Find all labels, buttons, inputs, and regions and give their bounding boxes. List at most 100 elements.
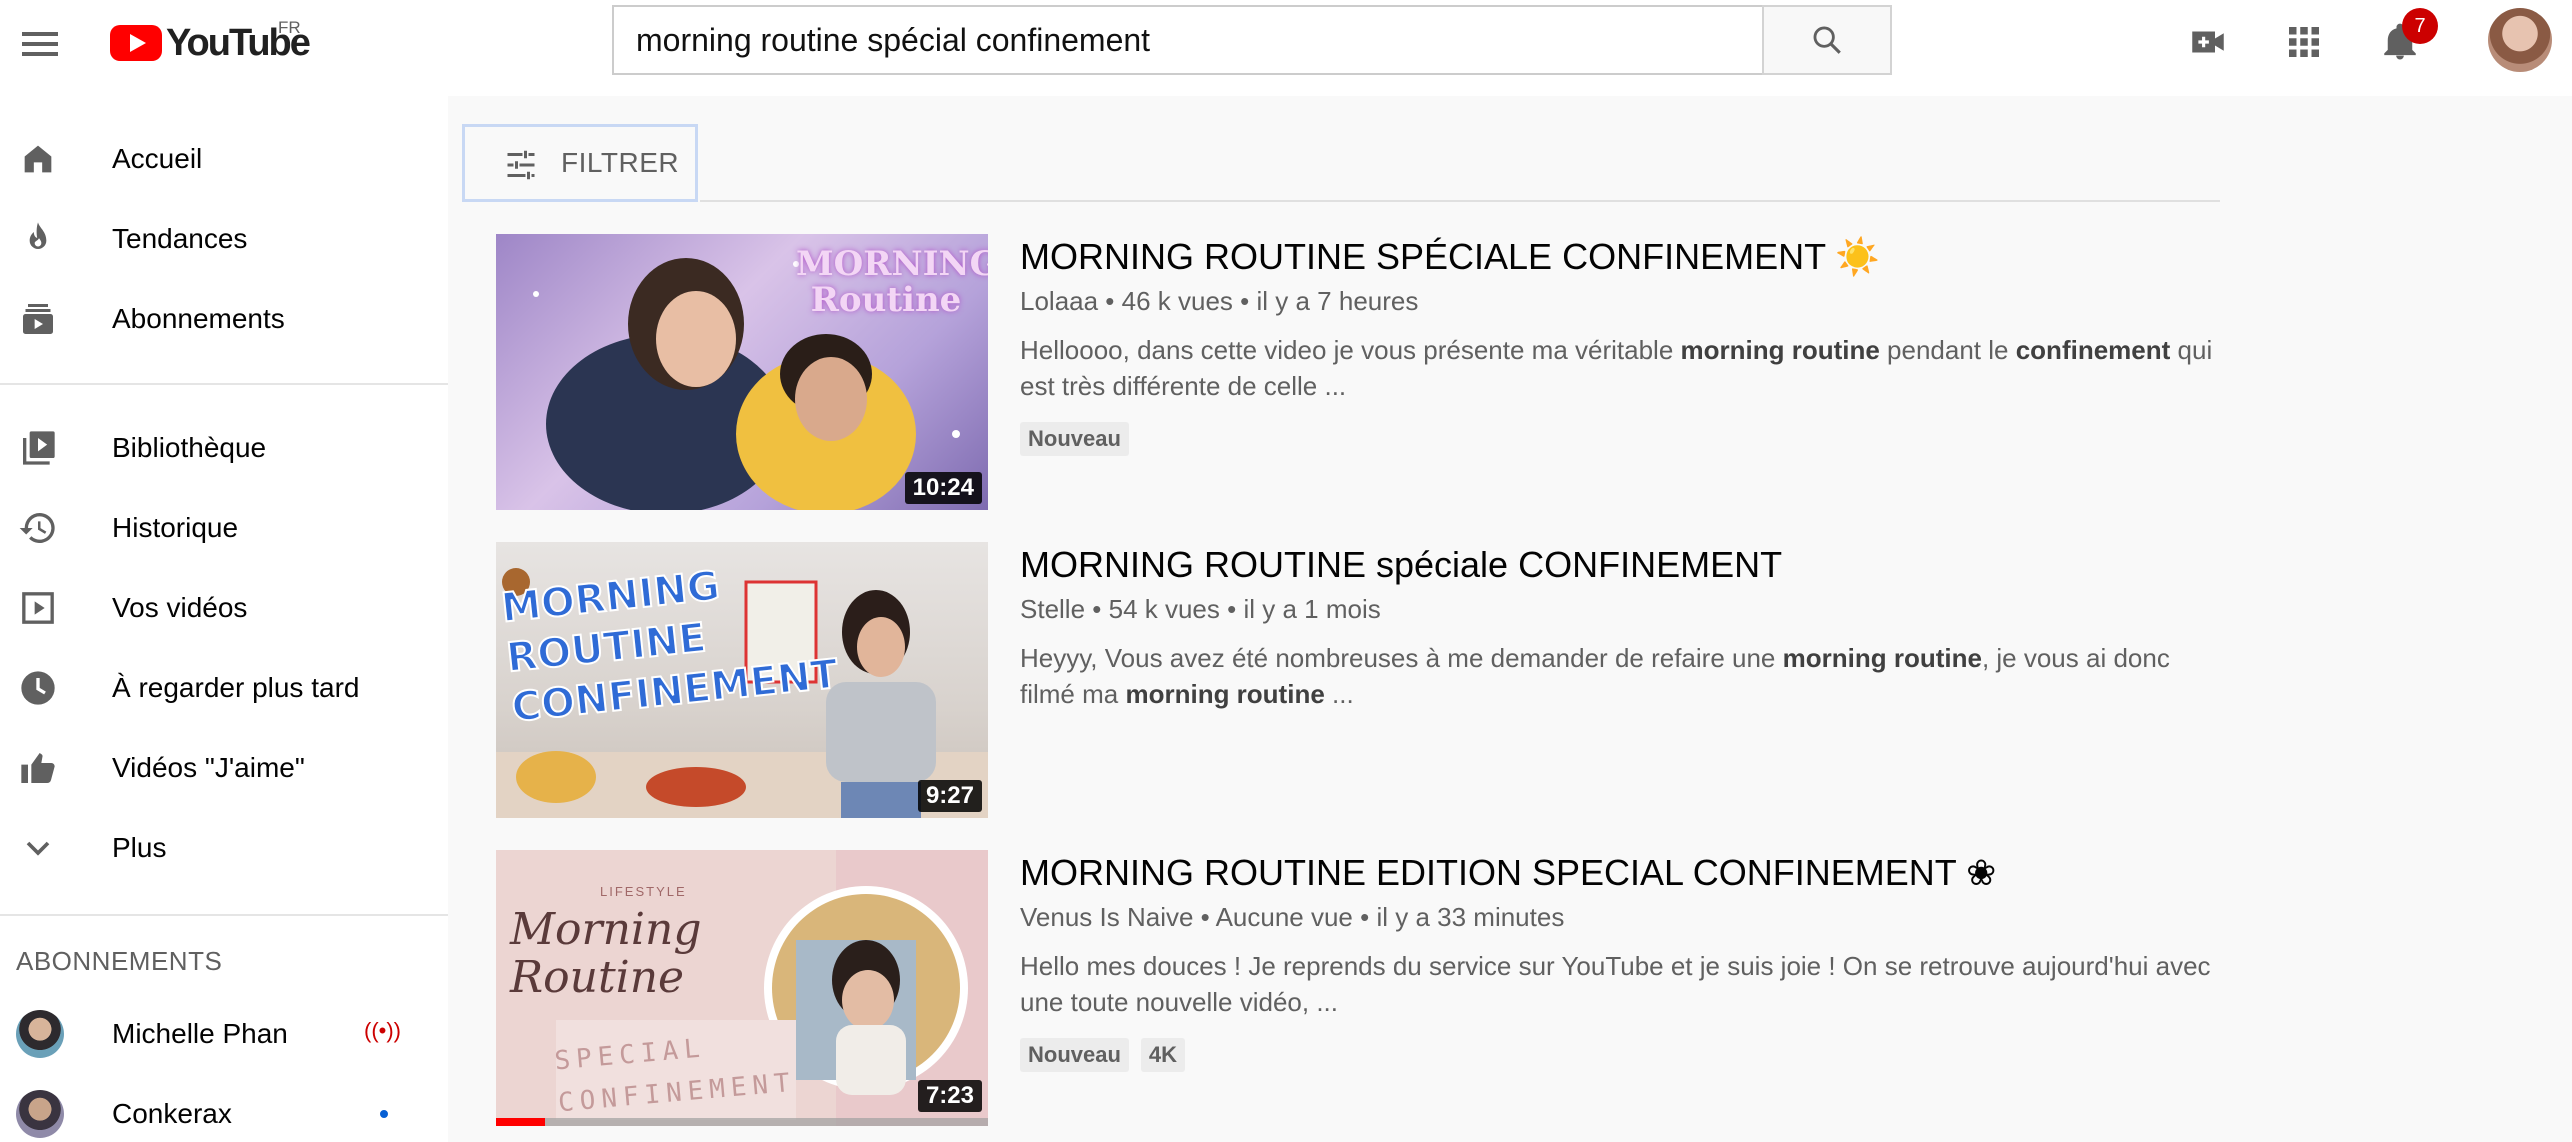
video-description: Helloooo, dans cette video je vous prése…: [1020, 332, 2220, 404]
video-result[interactable]: MORNING ROUTINE CONFINEMENT 9:27 MORNING…: [496, 542, 2216, 820]
video-duration: 10:24: [904, 472, 982, 504]
country-code: FR: [278, 18, 301, 37]
thumbnail-small-text: LIFESTYLE: [600, 884, 687, 899]
view-count: 46 k vues: [1121, 286, 1233, 316]
search-button[interactable]: [1762, 5, 1892, 75]
video-meta: Lolaaa • 46 k vues • il y a 7 heures: [1020, 286, 1419, 316]
create-video-button[interactable]: [2184, 18, 2232, 66]
view-count: 54 k vues: [1108, 594, 1220, 624]
channel-name-link[interactable]: Lolaaa: [1020, 286, 1098, 316]
chevron-down-icon: [26, 841, 50, 856]
channel-name-link[interactable]: Venus Is Naive: [1020, 902, 1193, 932]
live-broadcast-icon: ((•)): [364, 1018, 402, 1043]
sidebar-item-history[interactable]: Historique: [0, 488, 448, 568]
video-description: Hello mes douces ! Je reprends du servic…: [1020, 948, 2220, 1020]
new-badge: Nouveau: [1020, 1038, 1129, 1072]
video-thumbnail[interactable]: LIFESTYLE Morning Routine SPECIAL CONFIN…: [496, 850, 988, 1126]
history-icon: [19, 513, 55, 543]
video-thumbnail[interactable]: MORNING Routine 10:24: [496, 234, 988, 510]
library-icon: [23, 431, 55, 465]
view-count: Aucune vue: [1215, 902, 1353, 932]
sidebar-item-more[interactable]: Plus: [0, 808, 448, 888]
sidebar-item-trending[interactable]: Tendances: [0, 199, 448, 279]
sidebar-item-home[interactable]: Accueil: [0, 119, 448, 199]
video-duration: 7:23: [917, 1080, 982, 1112]
thumbnail-text: MORNING Routine: [796, 244, 988, 320]
sidebar-item-label: Accueil: [112, 143, 203, 174]
search-query: morning routine spécial confinement: [636, 21, 1151, 58]
search-input[interactable]: morning routine spécial confinement: [612, 5, 1764, 75]
sidebar-item-label: Bibliothèque: [112, 432, 267, 463]
filter-divider: [700, 200, 2220, 202]
apps-button[interactable]: [2280, 18, 2328, 66]
video-meta: Venus Is Naive • Aucune vue • il y a 33 …: [1020, 902, 1565, 932]
video-result[interactable]: MORNING Routine 10:24 MORNING ROUTINE SP…: [496, 234, 2216, 512]
video-duration: 9:27: [917, 780, 982, 812]
desc-text: Helloooo, dans cette video je vous prése…: [1020, 335, 1681, 365]
desc-text: Hello mes douces ! Je reprends du servic…: [1020, 951, 2211, 1017]
sidebar-item-library[interactable]: Bibliothèque: [0, 408, 448, 488]
notification-count-badge: 7: [2402, 8, 2438, 44]
video-result[interactable]: LIFESTYLE Morning Routine SPECIAL CONFIN…: [496, 850, 2216, 1128]
subscription-item[interactable]: Conkerax: [0, 1074, 448, 1142]
sidebar-item-label: Historique: [112, 512, 239, 543]
video-camera-plus-icon: [2192, 31, 2224, 53]
sidebar-divider: [0, 914, 448, 916]
video-thumbnail[interactable]: MORNING ROUTINE CONFINEMENT 9:27: [496, 542, 988, 818]
thumb-up-icon: [21, 753, 55, 783]
new-badge: Nouveau: [1020, 422, 1129, 456]
sidebar-item-label: Abonnements: [112, 303, 285, 334]
youtube-logo[interactable]: YouTube FR: [110, 18, 311, 68]
top-bar: YouTube FR morning routine spécial confi…: [0, 0, 2572, 96]
tune-sliders-icon: [507, 150, 535, 180]
channel-name-link[interactable]: Stelle: [1020, 594, 1085, 624]
upload-age: il y a 1 mois: [1243, 594, 1381, 624]
channel-name: Conkerax: [112, 1098, 232, 1129]
channel-name: Michelle Phan: [112, 1018, 288, 1049]
desc-text: pendant le: [1879, 335, 2016, 365]
sidebar-item-subscriptions[interactable]: Abonnements: [0, 279, 448, 359]
video-badges: Nouveau: [1020, 422, 1129, 456]
desc-text: Heyyy, Vous avez été nombreuses à me dem…: [1020, 643, 1783, 673]
desc-highlight: morning routine: [1782, 643, 1982, 673]
desc-highlight: morning routine: [1125, 679, 1325, 709]
sidebar-item-watch-later[interactable]: À regarder plus tard: [0, 648, 448, 728]
channel-avatar: [16, 1090, 64, 1138]
desc-text: ...: [1324, 679, 1354, 709]
filter-label: FILTRER: [561, 147, 680, 178]
sidebar-item-liked-videos[interactable]: Vidéos "J'aime": [0, 728, 448, 808]
subscription-item[interactable]: Michelle Phan ((•)): [0, 994, 448, 1074]
sidebar-divider: [0, 383, 448, 385]
account-avatar[interactable]: [2488, 8, 2552, 72]
upload-age: il y a 7 heures: [1256, 286, 1419, 316]
thumbnail-text: Morning Routine: [510, 904, 702, 1003]
subscriptions-section-title: ABONNEMENTS: [16, 946, 223, 976]
watch-progress-bar: [496, 1118, 988, 1126]
new-content-dot-icon: [380, 1110, 388, 1118]
desc-highlight: morning routine: [1680, 335, 1880, 365]
watch-progress-fill: [496, 1118, 546, 1126]
sidebar-item-label: Vos vidéos: [112, 592, 248, 623]
video-title[interactable]: MORNING ROUTINE EDITION SPECIAL CONFINEM…: [1020, 852, 1996, 894]
fire-icon: [29, 222, 47, 249]
sidebar: Accueil Tendances Abonnements Bibliothèq…: [0, 96, 448, 1142]
your-videos-icon: [22, 592, 54, 624]
upload-age: il y a 33 minutes: [1376, 902, 1565, 932]
video-title[interactable]: MORNING ROUTINE spéciale CONFINEMENT: [1020, 544, 1782, 586]
thumbnail-text: MORNING ROUTINE CONFINEMENT: [498, 562, 841, 732]
watch-later-icon: [21, 671, 55, 705]
apps-grid-icon: [2289, 27, 2319, 57]
sidebar-item-label: Plus: [112, 832, 167, 863]
4k-badge: 4K: [1140, 1038, 1186, 1072]
menu-icon[interactable]: [20, 24, 60, 64]
channel-avatar: [16, 1010, 64, 1058]
video-description: Heyyy, Vous avez été nombreuses à me dem…: [1020, 640, 2220, 712]
video-badges: Nouveau 4K: [1020, 1038, 1186, 1072]
video-title[interactable]: MORNING ROUTINE SPÉCIALE CONFINEMENT ☀️: [1020, 236, 1880, 278]
home-icon: [24, 145, 52, 173]
subscriptions-icon: [23, 304, 53, 334]
play-logo-icon: [110, 25, 162, 61]
sidebar-item-your-videos[interactable]: Vos vidéos: [0, 568, 448, 648]
sidebar-item-label: Tendances: [112, 223, 248, 254]
filter-button[interactable]: FILTRER: [462, 124, 698, 202]
